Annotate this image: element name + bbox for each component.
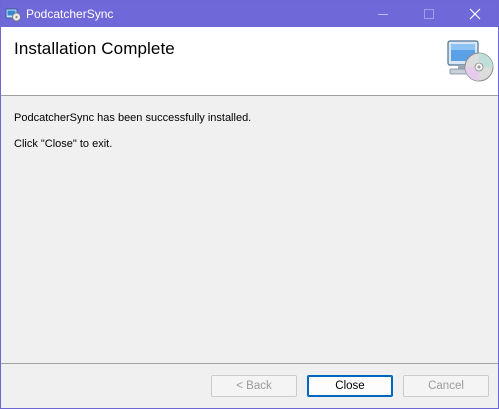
back-button[interactable]: < Back (211, 375, 297, 397)
close-button[interactable]: Close (307, 375, 393, 397)
installer-window: PodcatcherSync Installation Complete Pod… (0, 0, 499, 409)
installer-app-icon (5, 6, 21, 22)
maximize-icon[interactable] (406, 1, 452, 27)
footer-divider (1, 363, 498, 364)
close-icon[interactable] (452, 1, 498, 27)
title-bar[interactable]: PodcatcherSync (1, 1, 498, 27)
page-title: Installation Complete (14, 39, 175, 58)
computer-cd-icon (444, 39, 496, 85)
cancel-button[interactable]: Cancel (403, 375, 489, 397)
header-banner: Installation Complete (1, 27, 498, 96)
success-message: PodcatcherSync has been successfully ins… (14, 112, 252, 124)
minimize-icon[interactable] (360, 1, 406, 27)
exit-instruction: Click "Close" to exit. (14, 138, 113, 150)
window-title: PodcatcherSync (26, 7, 114, 21)
